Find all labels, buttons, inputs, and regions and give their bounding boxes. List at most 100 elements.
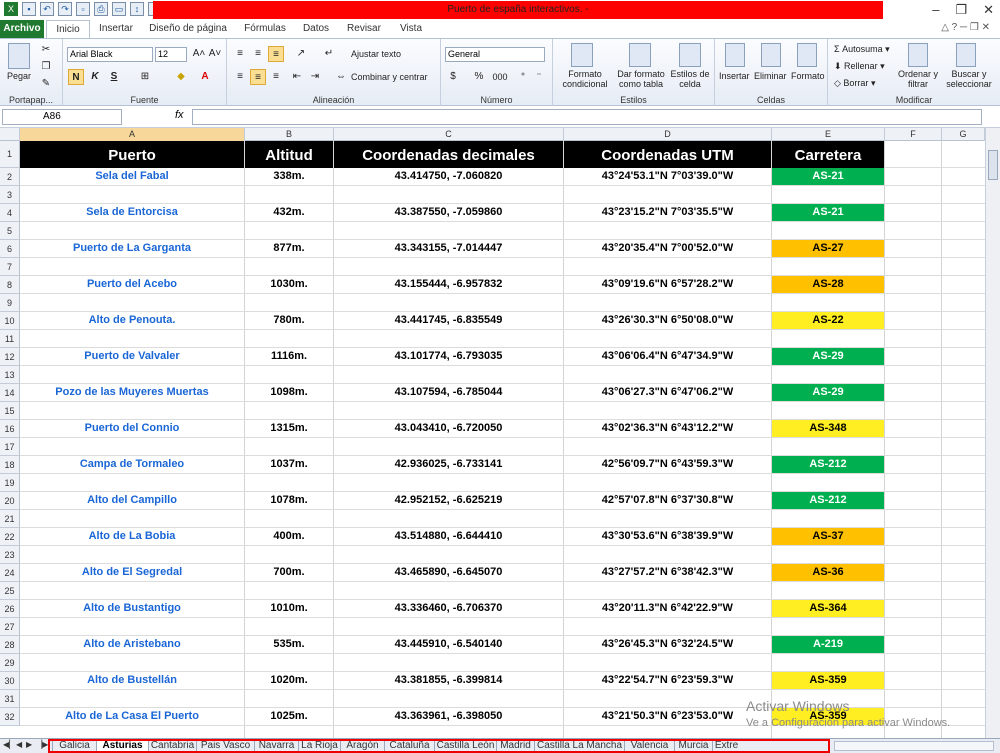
tab-datos[interactable]: Datos [298, 20, 334, 38]
decimal-coords-cell[interactable]: 43.514880, -6.644410 [334, 528, 563, 545]
row-header-32[interactable]: 32 [0, 708, 20, 726]
conditional-format-icon[interactable] [571, 43, 593, 67]
increase-decimal-icon[interactable]: ⁺ [515, 69, 531, 85]
puerto-name-cell[interactable]: Alto de Bustellán [20, 672, 244, 689]
road-cell[interactable]: A-219 [772, 636, 884, 653]
utm-coords-cell[interactable]: 43°26'45.3"N 6°32'24.5"W [564, 636, 771, 653]
altitude-cell[interactable]: 700m. [245, 564, 333, 581]
ribbon-help-icons[interactable]: △ ? ─ ❐ ✕ [941, 22, 990, 33]
font-color-icon[interactable]: A [197, 69, 213, 85]
redo-icon[interactable]: ↷ [58, 2, 72, 16]
road-cell[interactable]: AS-21 [772, 168, 884, 185]
row-header-12[interactable]: 12 [0, 348, 20, 366]
delete-cells-button[interactable]: Eliminar [754, 71, 787, 81]
tab-insertar[interactable]: Insertar [96, 20, 136, 38]
puerto-name-cell[interactable]: Campa de Tormaleo [20, 456, 244, 473]
road-cell[interactable]: AS-36 [772, 564, 884, 581]
altitude-cell[interactable]: 1025m. [245, 708, 333, 725]
altitude-cell[interactable]: 1037m. [245, 456, 333, 473]
undo-icon[interactable]: ↶ [40, 2, 54, 16]
tab-diseno-pagina[interactable]: Diseño de página [146, 20, 230, 38]
format-cells-button[interactable]: Formato [791, 71, 825, 81]
find-select-icon[interactable] [956, 43, 976, 67]
row-header-4[interactable]: 4 [0, 204, 20, 222]
row-header-14[interactable]: 14 [0, 384, 20, 402]
increase-indent-icon[interactable]: ⇥ [307, 69, 323, 85]
row-header-16[interactable]: 16 [0, 420, 20, 438]
row-header-22[interactable]: 22 [0, 528, 20, 546]
decimal-coords-cell[interactable]: 42.936025, -6.733141 [334, 456, 563, 473]
utm-coords-cell[interactable]: 42°57'07.8"N 6°37'30.8"W [564, 492, 771, 509]
decimal-coords-cell[interactable]: 43.465890, -6.645070 [334, 564, 563, 581]
row-header-20[interactable]: 20 [0, 492, 20, 510]
name-box[interactable]: A86 [2, 109, 122, 125]
altitude-cell[interactable]: 780m. [245, 312, 333, 329]
bold-button[interactable]: N [68, 69, 84, 85]
decimal-coords-cell[interactable]: 43.343155, -7.014447 [334, 240, 563, 257]
puerto-name-cell[interactable]: Alto de Penouta. [20, 312, 244, 329]
column-header-a[interactable]: A [20, 128, 245, 141]
puerto-name-cell[interactable]: Alto de Aristebano [20, 636, 244, 653]
row-header-10[interactable]: 10 [0, 312, 20, 330]
decimal-coords-cell[interactable]: 43.043410, -6.720050 [334, 420, 563, 437]
puerto-name-cell[interactable]: Alto de El Segredal [20, 564, 244, 581]
utm-coords-cell[interactable]: 43°21'50.3"N 6°23'53.0"W [564, 708, 771, 725]
clear-button[interactable]: ◇ Borrar ▾ [834, 78, 875, 89]
altitude-cell[interactable]: 432m. [245, 204, 333, 221]
merge-center-icon[interactable]: ⇔ [333, 69, 349, 85]
new-document-icon[interactable]: ▫ [76, 2, 90, 16]
select-all-corner[interactable] [0, 128, 20, 141]
puerto-name-cell[interactable]: Puerto del Acebo [20, 276, 244, 293]
delete-cells-icon[interactable] [761, 43, 781, 67]
tab-vista[interactable]: Vista [394, 20, 428, 38]
currency-icon[interactable]: $ [445, 69, 461, 85]
row-header-7[interactable]: 7 [0, 258, 20, 276]
tab-formulas[interactable]: Fórmulas [240, 20, 290, 38]
paste-button[interactable]: Pegar [7, 71, 31, 81]
wrap-text-button[interactable]: Ajustar texto [351, 49, 401, 59]
align-top-icon[interactable]: ≡ [232, 46, 248, 62]
utm-coords-cell[interactable]: 43°24'53.1"N 7°03'39.0"W [564, 168, 771, 185]
header-cell-puerto[interactable]: Puerto [20, 141, 244, 168]
altitude-cell[interactable]: 400m. [245, 528, 333, 545]
row-header-21[interactable]: 21 [0, 510, 20, 528]
decimal-coords-cell[interactable]: 43.336460, -6.706370 [334, 600, 563, 617]
cell-styles-icon[interactable] [679, 43, 701, 67]
print-preview-icon[interactable]: ⎙ [94, 2, 108, 16]
puerto-name-cell[interactable]: Puerto de Valvaler [20, 348, 244, 365]
puerto-name-cell[interactable]: Puerto de La Garganta [20, 240, 244, 257]
utm-coords-cell[interactable]: 43°26'30.3"N 6°50'08.0"W [564, 312, 771, 329]
cell-styles-button[interactable]: Estilos de celda [667, 69, 713, 89]
road-cell[interactable]: AS-29 [772, 384, 884, 401]
decimal-coords-cell[interactable]: 43.381855, -6.399814 [334, 672, 563, 689]
utm-coords-cell[interactable]: 43°27'57.2"N 6°38'42.3"W [564, 564, 771, 581]
row-header-30[interactable]: 30 [0, 672, 20, 690]
tab-inicio[interactable]: Inicio [46, 20, 90, 38]
vertical-scrollbar[interactable] [985, 128, 1000, 738]
header-cell-carretera[interactable]: Carretera [772, 141, 884, 168]
row-header-13[interactable]: 13 [0, 366, 20, 384]
horizontal-scrollbar[interactable] [834, 741, 994, 751]
utm-coords-cell[interactable]: 43°20'35.4"N 7°00'52.0"W [564, 240, 771, 257]
altitude-cell[interactable]: 1020m. [245, 672, 333, 689]
wrap-text-icon[interactable]: ↵ [321, 46, 337, 62]
font-name-select[interactable]: Arial Black [67, 47, 153, 62]
puerto-name-cell[interactable]: Sela de Entorcisa [20, 204, 244, 221]
utm-coords-cell[interactable]: 43°06'06.4"N 6°47'34.9"W [564, 348, 771, 365]
road-cell[interactable]: AS-21 [772, 204, 884, 221]
minimize-icon[interactable]: – [932, 0, 939, 20]
decrease-indent-icon[interactable]: ⇤ [289, 69, 305, 85]
sort-filter-icon[interactable] [908, 43, 928, 67]
road-cell[interactable]: AS-28 [772, 276, 884, 293]
utm-coords-cell[interactable]: 43°06'27.3"N 6°47'06.2"W [564, 384, 771, 401]
formula-input[interactable] [192, 109, 982, 125]
utm-coords-cell[interactable]: 43°02'36.3"N 6°43'12.2"W [564, 420, 771, 437]
row-header-19[interactable]: 19 [0, 474, 20, 492]
altitude-cell[interactable]: 877m. [245, 240, 333, 257]
sort-filter-button[interactable]: Ordenar y filtrar [896, 69, 940, 89]
road-cell[interactable]: AS-212 [772, 456, 884, 473]
row-header-18[interactable]: 18 [0, 456, 20, 474]
decrease-decimal-icon[interactable]: ⁻ [531, 69, 547, 85]
row-header-15[interactable]: 15 [0, 402, 20, 420]
puerto-name-cell[interactable]: Puerto del Connio [20, 420, 244, 437]
